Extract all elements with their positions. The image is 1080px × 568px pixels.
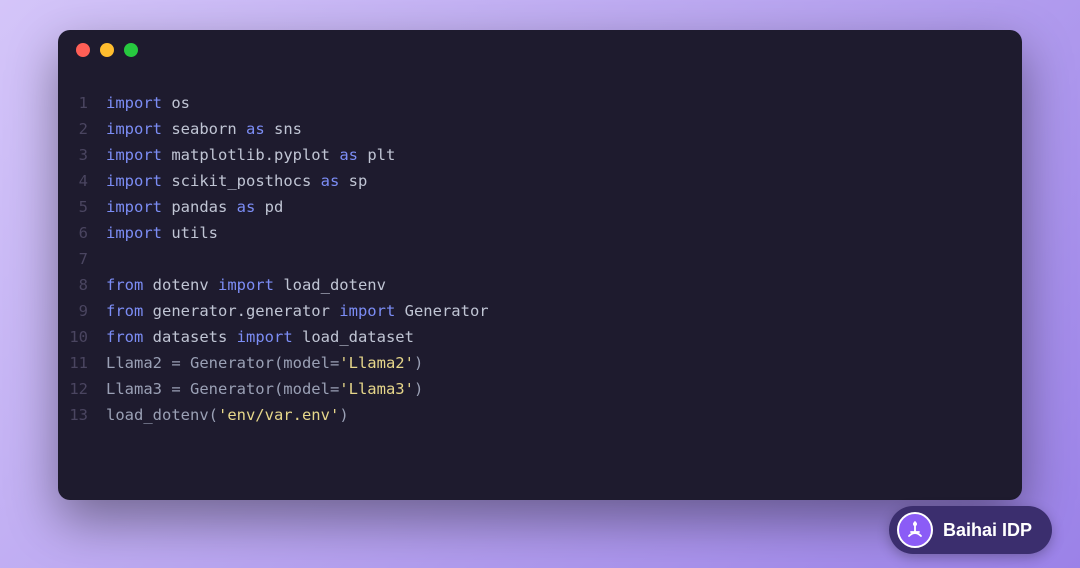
brand-badge: Baihai IDP [889,506,1052,554]
window-titlebar [58,30,1022,70]
minimize-icon[interactable] [100,43,114,57]
brand-logo-icon [897,512,933,548]
code-content: from dotenv import load_dotenv [106,272,386,298]
line-number: 1 [58,90,106,116]
code-content: import os [106,90,190,116]
code-content: import utils [106,220,218,246]
code-content: Llama2 = Generator(model='Llama2') [106,350,423,376]
code-editor[interactable]: 1import os2import seaborn as sns3import … [58,70,1022,448]
code-line: 12Llama3 = Generator(model='Llama3') [58,376,1022,402]
line-number: 9 [58,298,106,324]
brand-label: Baihai IDP [943,520,1032,541]
code-line: 11Llama2 = Generator(model='Llama2') [58,350,1022,376]
code-line: 9from generator.generator import Generat… [58,298,1022,324]
line-number: 6 [58,220,106,246]
code-line: 3import matplotlib.pyplot as plt [58,142,1022,168]
code-line: 7 [58,246,1022,272]
code-content: from datasets import load_dataset [106,324,414,350]
code-line: 2import seaborn as sns [58,116,1022,142]
maximize-icon[interactable] [124,43,138,57]
code-content: import scikit_posthocs as sp [106,168,367,194]
line-number: 11 [58,350,106,376]
line-number: 4 [58,168,106,194]
code-content: Llama3 = Generator(model='Llama3') [106,376,423,402]
code-line: 13load_dotenv('env/var.env') [58,402,1022,428]
line-number: 12 [58,376,106,402]
line-number: 3 [58,142,106,168]
code-content: import pandas as pd [106,194,283,220]
line-number: 8 [58,272,106,298]
code-line: 8from dotenv import load_dotenv [58,272,1022,298]
code-line: 4import scikit_posthocs as sp [58,168,1022,194]
code-line: 1import os [58,90,1022,116]
code-content: import seaborn as sns [106,116,302,142]
code-content: from generator.generator import Generato… [106,298,489,324]
line-number: 5 [58,194,106,220]
close-icon[interactable] [76,43,90,57]
code-line: 10from datasets import load_dataset [58,324,1022,350]
code-content: import matplotlib.pyplot as plt [106,142,395,168]
line-number: 2 [58,116,106,142]
code-line: 5import pandas as pd [58,194,1022,220]
line-number: 13 [58,402,106,428]
code-line: 6import utils [58,220,1022,246]
code-content: load_dotenv('env/var.env') [106,402,349,428]
code-window: 1import os2import seaborn as sns3import … [58,30,1022,500]
line-number: 7 [58,246,106,272]
line-number: 10 [58,324,106,350]
